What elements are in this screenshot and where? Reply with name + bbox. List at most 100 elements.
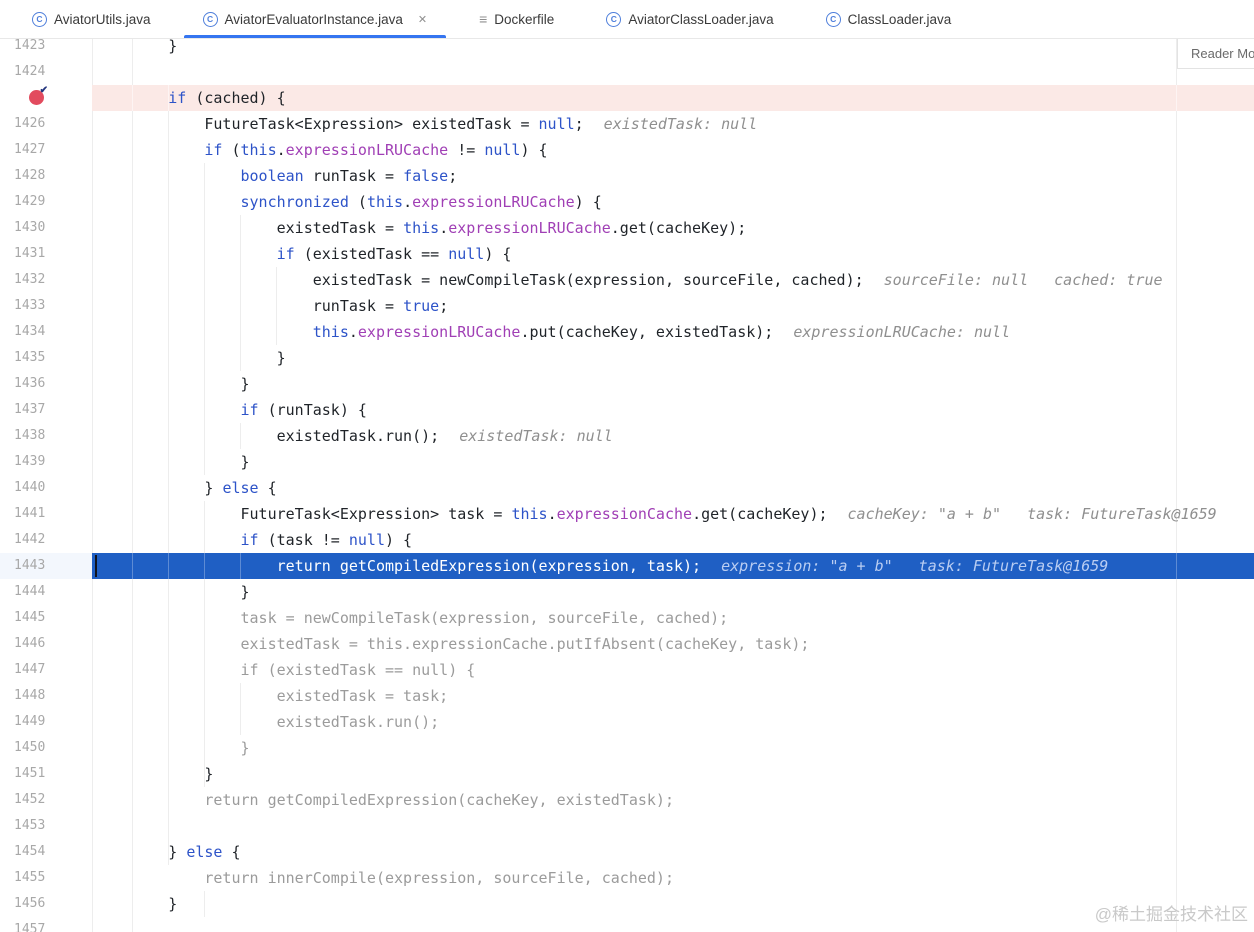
breakpoint-verified-check-icon: ✔ (39, 85, 48, 96)
code-line[interactable]: 1441 FutureTask<Expression> task = this.… (0, 501, 1254, 527)
code-text: existedTask.run(); existedTask: null (276, 427, 613, 445)
code-line[interactable]: 1426 FutureTask<Expression> existedTask … (0, 111, 1254, 137)
code-line[interactable]: 1440 } else { (0, 475, 1254, 501)
gutter-line-number[interactable]: 1445 (14, 605, 45, 631)
code-line[interactable]: 1442 if (task != null) { (0, 527, 1254, 553)
code-line[interactable]: 1452 return getCompiledExpression(cacheK… (0, 787, 1254, 813)
gutter-line-number[interactable]: 1447 (14, 657, 45, 683)
debugger-inline-value-hint: expression: "a + b" (721, 557, 893, 575)
code-text: existedTask = this.expressionCache.putIf… (240, 635, 810, 653)
gutter-line-number[interactable]: 1455 (14, 865, 45, 891)
code-line[interactable]: 1438 existedTask.run(); existedTask: null (0, 423, 1254, 449)
code-text: } else { (204, 479, 277, 497)
code-line[interactable]: 1437 if (runTask) { (0, 397, 1254, 423)
code-line[interactable]: 1455 return innerCompile(expression, sou… (0, 865, 1254, 891)
code-line[interactable]: 1448 existedTask = task; (0, 683, 1254, 709)
code-editor-window: 1423 } 1424 ✔ if (cached) {1426 FutureTask… (0, 0, 1254, 932)
code-line[interactable]: 1439 } (0, 449, 1254, 475)
code-line[interactable]: ✔ if (cached) { (0, 85, 1254, 111)
gutter-line-number[interactable]: 1433 (14, 293, 45, 319)
code-line[interactable]: 1456 } (0, 891, 1254, 917)
code-text: task = newCompileTask(expression, source… (240, 609, 729, 627)
code-line[interactable]: 1432 existedTask = newCompileTask(expres… (0, 267, 1254, 293)
gutter-line-number[interactable]: 1426 (14, 111, 45, 137)
gutter-line-number[interactable]: 1439 (14, 449, 45, 475)
code-line[interactable]: 1431 if (existedTask == null) { (0, 241, 1254, 267)
gutter-line-number[interactable]: 1452 (14, 787, 45, 813)
code-line[interactable]: 1453 (0, 813, 1254, 839)
indent-guide (167, 553, 169, 579)
code-line[interactable]: 1429 synchronized (this.expressionLRUCac… (0, 189, 1254, 215)
gutter-line-number[interactable]: 1457 (14, 917, 45, 932)
code-line[interactable]: 1433 runTask = true; (0, 293, 1254, 319)
code-line[interactable]: 1443 return getCompiledExpression(expres… (0, 553, 1254, 579)
gutter-line-number[interactable]: 1454 (14, 839, 45, 865)
tab-close-icon[interactable]: ✕ (418, 13, 427, 26)
code-text: if (task != null) { (240, 531, 413, 549)
code-line[interactable]: 1451 } (0, 761, 1254, 787)
debugger-inline-value-hint: existedTask: null (459, 427, 613, 445)
code-text: return getCompiledExpression(expression,… (276, 557, 1109, 575)
gutter-line-number[interactable]: 1429 (14, 189, 45, 215)
gutter-line-number[interactable]: 1440 (14, 475, 45, 501)
gutter-line-number[interactable]: 1448 (14, 683, 45, 709)
gutter-line-number[interactable]: 1451 (14, 761, 45, 787)
gutter-line-number[interactable]: 1444 (14, 579, 45, 605)
gutter-line-number[interactable]: 1441 (14, 501, 45, 527)
editor-tab[interactable]: C AviatorUtils.java (13, 0, 170, 38)
code-line[interactable]: 1435 } (0, 345, 1254, 371)
code-line[interactable]: 1444 } (0, 579, 1254, 605)
code-text: runTask = true; (312, 297, 449, 315)
debugger-inline-value-hint: cached: true (1054, 271, 1163, 289)
editor-tab[interactable]: C AviatorEvaluatorInstance.java ✕ (183, 0, 447, 38)
gutter-line-number[interactable]: 1431 (14, 241, 45, 267)
gutter-line-number[interactable]: 1428 (14, 163, 45, 189)
code-line[interactable]: 1450 } (0, 735, 1254, 761)
code-line[interactable]: 1454 } else { (0, 839, 1254, 865)
gutter-line-number[interactable]: 1456 (14, 891, 45, 917)
code-line[interactable]: 1445 task = newCompileTask(expression, s… (0, 605, 1254, 631)
gutter-line-number[interactable]: 1443 (14, 553, 45, 579)
code-text: existedTask = newCompileTask(expression,… (312, 271, 1163, 289)
gutter-line-number[interactable]: 1450 (14, 735, 45, 761)
code-text: if (existedTask == null) { (240, 661, 476, 679)
code-line[interactable]: 1447 if (existedTask == null) { (0, 657, 1254, 683)
code-line[interactable]: 1428 boolean runTask = false; (0, 163, 1254, 189)
code-line[interactable]: 1446 existedTask = this.expressionCache.… (0, 631, 1254, 657)
editor-tab[interactable]: C AviatorClassLoader.java (587, 0, 792, 38)
editor-tab[interactable]: C ClassLoader.java (807, 0, 971, 38)
code-text: } (240, 375, 250, 393)
gutter-line-number[interactable]: 1424 (14, 59, 45, 85)
gutter-line-number[interactable]: 1427 (14, 137, 45, 163)
code-line[interactable]: 1436 } (0, 371, 1254, 397)
gutter-line-number[interactable]: 1436 (14, 371, 45, 397)
gutter-line-number[interactable]: 1434 (14, 319, 45, 345)
code-text: existedTask.run(); (276, 713, 440, 731)
indent-guide (1176, 553, 1177, 579)
gutter-line-number[interactable]: 1435 (14, 345, 45, 371)
gutter-line-number[interactable]: 1446 (14, 631, 45, 657)
code-text: if (runTask) { (240, 401, 367, 419)
editor-tab[interactable]: ≡ Dockerfile (460, 0, 573, 38)
gutter-line-number[interactable]: 1438 (14, 423, 45, 449)
code-line[interactable]: 1434 this.expressionLRUCache.put(cacheKe… (0, 319, 1254, 345)
code-text: } (168, 895, 178, 913)
code-line[interactable]: 1430 existedTask = this.expressionLRUCac… (0, 215, 1254, 241)
gutter-line-number[interactable]: 1437 (14, 397, 45, 423)
breakpoint-icon[interactable]: ✔ (29, 85, 48, 105)
indent-guide (239, 553, 241, 579)
gutter-line-number[interactable]: 1430 (14, 215, 45, 241)
gutter-line-number[interactable]: 1449 (14, 709, 45, 735)
code-line[interactable]: 1427 if (this.expressionLRUCache != null… (0, 137, 1254, 163)
debugger-inline-value-hint: cacheKey: "a + b" (847, 505, 1002, 523)
code-line[interactable]: 1424 (0, 59, 1254, 85)
code-line[interactable]: 1449 existedTask.run(); (0, 709, 1254, 735)
indent-guide (203, 553, 205, 579)
gutter-line-number[interactable]: 1432 (14, 267, 45, 293)
code-line[interactable]: 1457 (0, 917, 1254, 932)
text-caret (95, 555, 97, 577)
reader-mode-button[interactable]: Reader Mode (1177, 39, 1254, 69)
gutter-line-number[interactable]: 1453 (14, 813, 45, 839)
gutter-line-number[interactable]: 1442 (14, 527, 45, 553)
